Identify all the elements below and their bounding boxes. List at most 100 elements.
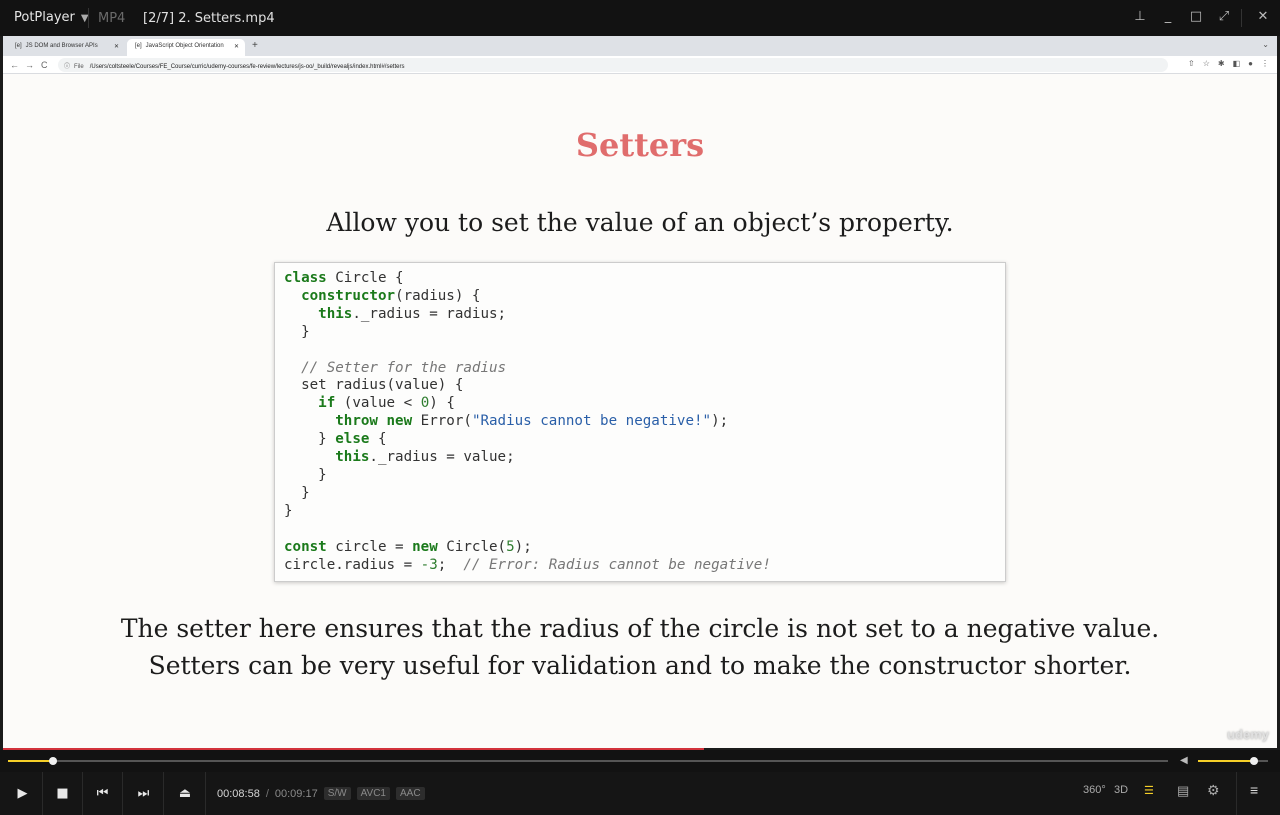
divider [1236,772,1237,815]
volume-icon[interactable]: ◀ [1180,755,1188,766]
divider [1241,9,1242,27]
reload-icon[interactable]: C [41,60,48,70]
url-field[interactable]: ⓘ File/Users/coltsteele/Courses/FE_Course… [58,58,1168,72]
status-badge[interactable]: AVC1 [356,787,390,800]
browser-tab-2[interactable]: [e] JavaScript Object Orientation ✕ [127,39,245,56]
code-token: ._radius = value; [369,449,515,466]
code-number: -3 [420,556,438,573]
star-icon[interactable]: ☆ [1203,59,1210,68]
code-token: circle.radius = [284,556,421,573]
eject-icon: ⏏ [178,786,192,801]
status-badge[interactable]: S/W [323,787,351,800]
code-token: } [318,466,327,483]
seek-handle[interactable] [49,757,57,765]
player-titlebar: PotPlayer ▼ MP4 [2/7] 2. Setters.mp4 ⊥ _ … [0,0,1280,36]
format-label: MP4 [98,11,126,26]
vr360-button[interactable]: 360° [1083,784,1106,796]
code-token: Circle( [437,538,507,555]
play-button[interactable]: ▶ [3,772,43,815]
code-token: set radius(value) { [301,377,464,394]
code-token: ._radius = radius; [352,305,507,322]
open-button[interactable]: ⏏ [165,772,206,815]
code-token: else [335,431,370,448]
body-line: Setters can be very useful for validatio… [148,651,1132,680]
code-token: new [412,538,438,555]
app-name: PotPlayer [14,10,75,25]
slide-subtitle: Allow you to set the value of an object’… [326,208,954,237]
code-token: throw [335,413,378,430]
app-menu-button[interactable]: PotPlayer ▼ [14,10,89,25]
current-time: 00:08:58 [217,787,260,800]
control-bar: ▶ ■ ⏮ ⏭ ⏏ 00:08:58 / 00:09:17 S/W AVC1 A… [0,772,1280,815]
body-line: The setter here ensures that the radius … [120,614,1160,643]
code-number: 5 [506,538,515,555]
window-controls: ⊥ _ □ ⤢ ✕ [1133,9,1270,27]
total-time: 00:09:17 [274,787,318,800]
code-number: 0 [420,395,430,412]
time-info: 00:08:58 / 00:09:17 S/W AVC1 AAC [217,787,425,800]
back-icon[interactable]: ← [10,60,19,70]
scheme-label: File [74,64,84,70]
gear-icon[interactable]: ⚙ [1207,782,1220,799]
code-token: } [301,323,310,340]
volume-handle[interactable] [1250,757,1258,765]
browser-addressbar: ← → C ⓘ File/Users/coltsteele/Courses/FE_… [3,56,1277,74]
extensions-icon[interactable]: ✱ [1218,59,1225,68]
volume-fill [1198,760,1254,762]
url-text: /Users/coltsteele/Courses/FE_Course/curr… [89,64,405,70]
stop-button[interactable]: ■ [43,772,83,815]
browser-tab-1[interactable]: [e] JS DOM and Browser APIs ✕ [7,39,125,56]
volume-slider[interactable] [1198,757,1268,765]
maximize-icon[interactable]: □ [1189,9,1203,27]
chevron-down-icon[interactable]: ⌄ [1262,40,1269,49]
seek-area: ◀ [0,750,1280,772]
playlist-icon[interactable]: ☰ [1144,784,1154,797]
code-token: Error( [412,413,472,430]
tab-title: JS DOM and Browser APIs [25,43,98,49]
close-icon[interactable]: ✕ [1256,9,1270,27]
code-token: new [386,413,413,430]
next-button[interactable]: ⏭ [124,772,164,815]
subtitle-icon[interactable]: ▤ [1177,783,1189,799]
close-icon[interactable]: ✕ [114,43,119,50]
avatar[interactable]: ● [1248,59,1253,68]
browser-actions: ⇧ ☆ ✱ ◧ ● ⋮ [1188,59,1269,68]
code-token: circle = [326,538,413,555]
video-frame[interactable]: [e] JS DOM and Browser APIs ✕ [e] JavaScrip… [3,36,1277,748]
code-token: const [284,538,327,555]
browser-tabstrip: [e] JS DOM and Browser APIs ✕ [e] JavaScrip… [3,36,1277,56]
seek-bar[interactable] [8,757,1168,765]
menu-icon[interactable]: ≡ [1250,782,1258,798]
pin-icon[interactable]: ⊥ [1133,9,1147,27]
code-token: (radius) { [395,287,481,304]
code-token: Circle { [326,270,404,286]
code-token: } [301,484,310,501]
tab-favicon: [e] [135,43,142,49]
3d-button[interactable]: 3D [1114,784,1128,796]
more-icon[interactable]: ⋮ [1261,59,1269,68]
code-token: class [284,270,327,286]
sidepanel-icon[interactable]: ◧ [1233,59,1241,68]
divider [88,8,89,28]
tab-favicon: [e] [15,43,22,49]
share-icon[interactable]: ⇧ [1188,59,1195,68]
code-token: ); [514,538,532,555]
info-icon: ⓘ [64,64,71,70]
forward-icon[interactable]: → [25,60,34,70]
fullscreen-icon[interactable]: ⤢ [1217,9,1231,27]
code-string: "Radius cannot be negative!" [471,413,712,430]
code-block: class Circle { constructor(radius) { thi… [274,262,1006,582]
close-icon[interactable]: ✕ [234,43,239,50]
minimize-icon[interactable]: _ [1161,9,1175,27]
code-token: if [318,395,336,412]
code-token: } [284,502,293,519]
new-tab-icon[interactable]: + [252,40,258,51]
status-badge[interactable]: AAC [396,787,425,800]
skip-forward-icon: ⏭ [137,786,150,801]
code-token: } [318,431,336,448]
time-separator: / [265,787,269,800]
stop-icon: ■ [56,786,69,801]
slide-title: Setters [575,126,705,164]
code-token: ; [437,556,464,573]
previous-button[interactable]: ⏮ [83,772,123,815]
